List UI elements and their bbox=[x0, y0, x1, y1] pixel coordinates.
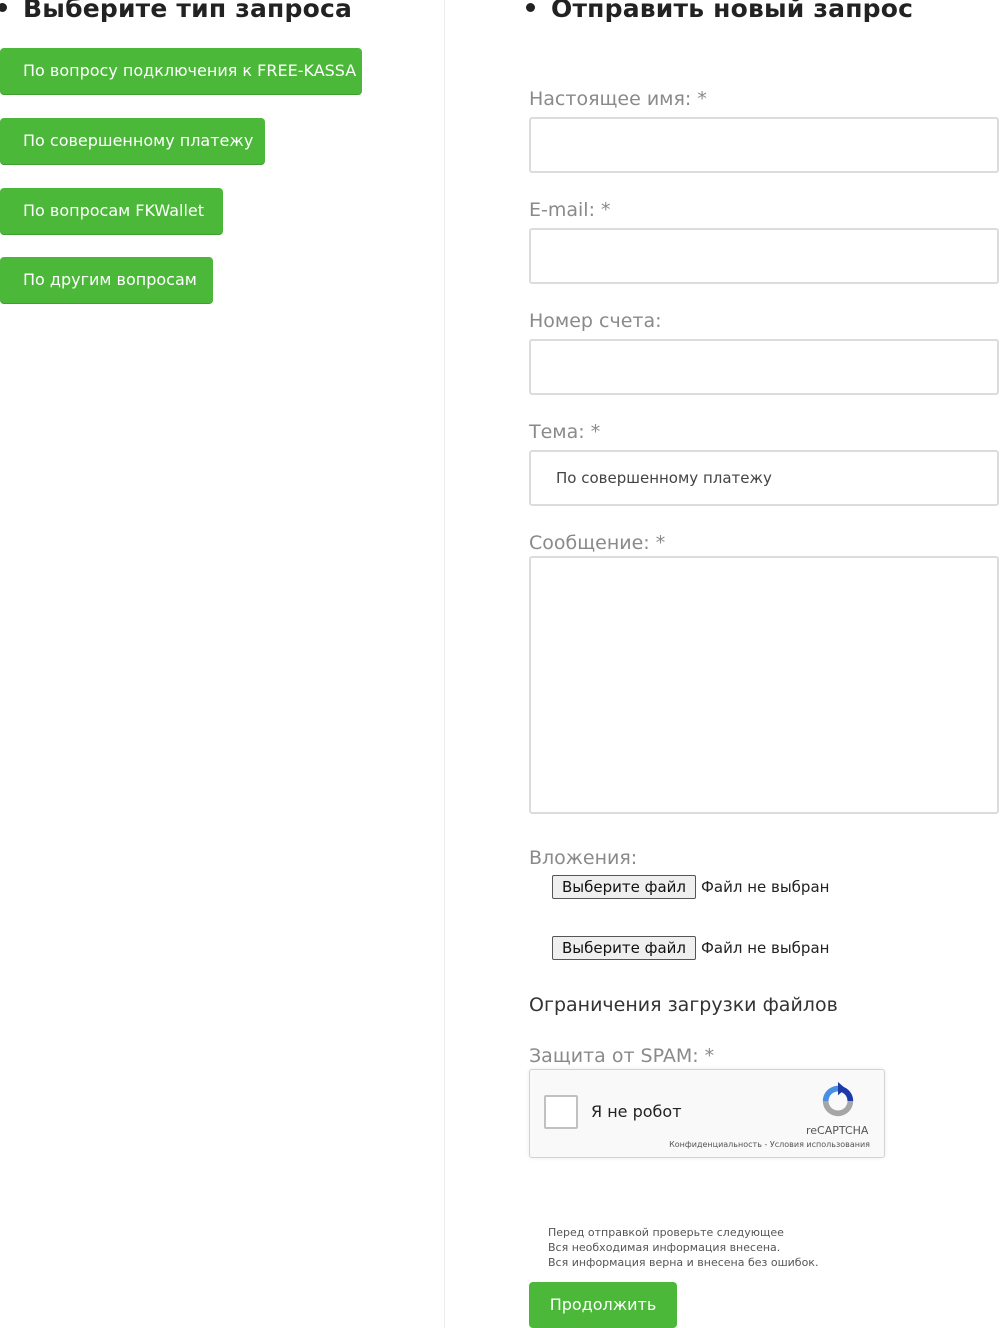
choose-file-button-2[interactable]: Выберите файл bbox=[552, 936, 696, 960]
recaptcha-brand: reCAPTCHA bbox=[806, 1124, 869, 1137]
bullet-icon bbox=[526, 2, 535, 12]
note-line: Вся информация верна и внесена без ошибо… bbox=[548, 1256, 819, 1269]
bullet-icon bbox=[0, 2, 7, 12]
file-status-1: Файл не выбран bbox=[700, 878, 830, 896]
recaptcha-checkbox[interactable] bbox=[544, 1095, 578, 1129]
attachment-row-2: Выберите файл Файл не выбран bbox=[552, 936, 829, 960]
email-input[interactable] bbox=[529, 228, 999, 284]
request-type-panel: Выберите тип запроса По вопросу подключе… bbox=[0, 0, 444, 1328]
file-status-2: Файл не выбран bbox=[700, 939, 830, 957]
subject-input[interactable]: По совершенному платежу bbox=[529, 450, 999, 506]
new-request-title: Отправить новый запрос bbox=[526, 0, 913, 23]
column-divider bbox=[444, 0, 445, 1328]
recaptcha-logo-icon bbox=[822, 1082, 854, 1117]
type-button-fkwallet[interactable]: По вопросам FKWallet bbox=[0, 188, 223, 234]
spam-protection-label: Защита от SPAM: * bbox=[529, 1045, 715, 1067]
type-button-other[interactable]: По другим вопросам bbox=[0, 257, 213, 303]
name-label: Настоящее имя: * bbox=[529, 88, 707, 110]
recaptcha-terms-links[interactable]: Конфиденциальность - Условия использован… bbox=[669, 1140, 870, 1149]
attachments-label: Вложения: bbox=[529, 847, 638, 869]
submission-notes: Перед отправкой проверьте следующее Вся … bbox=[548, 1225, 818, 1270]
message-textarea[interactable] bbox=[529, 556, 999, 814]
continue-button[interactable]: Продолжить bbox=[529, 1282, 677, 1328]
subject-label: Тема: * bbox=[529, 421, 601, 443]
type-button-payment[interactable]: По совершенному платежу bbox=[0, 118, 265, 164]
choose-file-button-1[interactable]: Выберите файл bbox=[552, 875, 696, 899]
name-input[interactable] bbox=[529, 117, 999, 173]
file-limits-link[interactable]: Ограничения загрузки файлов bbox=[529, 994, 838, 1016]
recaptcha-widget: Я не робот reCAPTCHA Конфиденциальность … bbox=[529, 1069, 885, 1158]
email-label: E-mail: * bbox=[529, 199, 611, 221]
account-number-label: Номер счета: bbox=[529, 310, 662, 332]
request-type-title: Выберите тип запроса bbox=[0, 0, 352, 23]
note-line: Перед отправкой проверьте следующее bbox=[548, 1226, 784, 1239]
support-request-page: Выберите тип запроса По вопросу подключе… bbox=[0, 0, 1000, 1328]
account-number-input[interactable] bbox=[529, 339, 999, 395]
message-label: Сообщение: * bbox=[529, 532, 666, 554]
recaptcha-checkbox-label: Я не робот bbox=[591, 1102, 682, 1121]
type-button-connection[interactable]: По вопросу подключения к FREE-KASSA bbox=[0, 48, 362, 94]
note-line: Вся необходимая информация внесена. bbox=[548, 1241, 781, 1254]
attachment-row-1: Выберите файл Файл не выбран bbox=[552, 875, 829, 899]
